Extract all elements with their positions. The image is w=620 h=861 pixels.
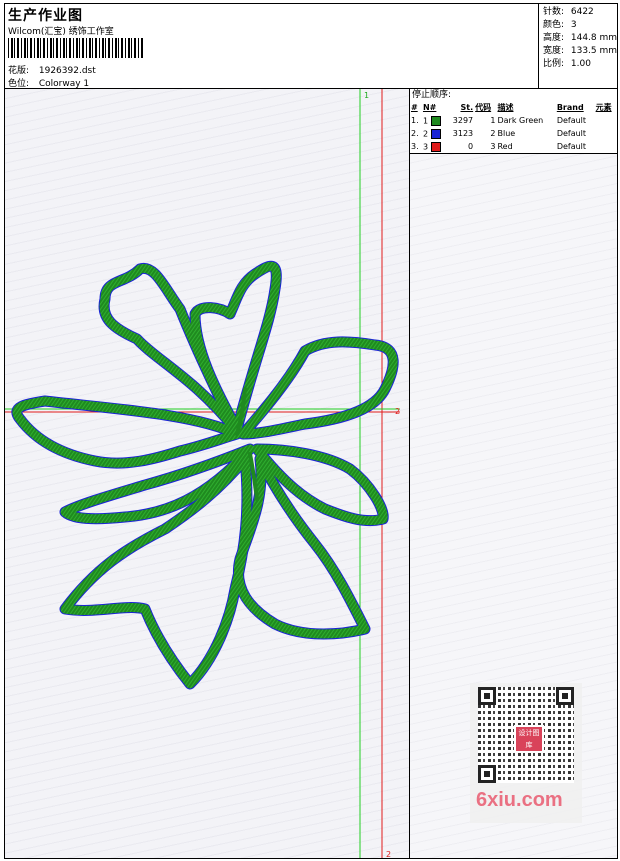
row-index: 2.	[411, 129, 419, 138]
row-brand: Default	[556, 116, 587, 125]
stat-height: 高度: 144.8 mm	[543, 32, 617, 45]
col-header: 代码	[475, 103, 492, 112]
col-header: #	[411, 103, 418, 112]
flower-petals	[11, 260, 399, 690]
row-code: 2	[490, 129, 496, 138]
col-header: 元素	[595, 103, 612, 112]
guide-label-red-bottom: 2	[386, 850, 391, 858]
stat-value: 6422	[570, 7, 594, 17]
stat-label: 颜色:	[543, 20, 565, 30]
col-header: 描述	[497, 103, 514, 112]
row-stitches: 3297	[452, 116, 474, 125]
stat-stitches: 针数: 6422	[543, 6, 617, 19]
row-brand: Default	[556, 142, 587, 151]
stat-value: 1.00	[570, 59, 591, 69]
stat-label: 高度:	[543, 33, 565, 43]
qr-finder	[478, 765, 496, 783]
row-element	[595, 140, 617, 153]
row-needle: 1	[422, 114, 446, 127]
color-swatch	[430, 141, 441, 152]
worksheet-header: 生产作业图 Wilcom(汇宝) 绣饰工作室 花版: 1926392.dst 色…	[5, 4, 617, 89]
row-index: 1.	[411, 116, 419, 125]
stat-label: 比例:	[543, 59, 565, 69]
row-element	[595, 127, 617, 140]
barcode	[8, 38, 143, 58]
colorway-row: 色位: Colorway 1	[8, 76, 89, 89]
color-swatch	[430, 128, 441, 139]
watermark-site: 6xiu.com	[476, 789, 563, 811]
design-stats: 针数: 6422 颜色: 3 高度: 144.8 mm 宽度: 133.5 mm…	[538, 4, 617, 88]
stat-colors: 颜色: 3	[543, 19, 617, 32]
colorway-label: 色位:	[8, 79, 30, 89]
row-stitches: 3123	[452, 129, 474, 138]
page-title: 生产作业图	[8, 8, 83, 24]
col-header: Brand	[556, 103, 584, 112]
table-row: 2. 2 3123 2 Blue Default	[410, 127, 617, 140]
embroidery-flower: 1 2 2	[5, 89, 400, 858]
stat-label: 宽度:	[543, 46, 565, 56]
row-description: Dark Green	[497, 116, 544, 125]
watermark: 设计图库 6xiu.com	[470, 683, 582, 823]
design-file-row: 花版: 1926392.dst	[8, 63, 96, 76]
stop-sequence-box: 停止顺序: # N# St. 代码 描述 Brand 元素 1. 1 3297 …	[410, 89, 617, 154]
design-label: 花版:	[8, 66, 30, 76]
row-description: Blue	[497, 129, 516, 138]
design-file-name: 1926392.dst	[38, 66, 96, 76]
row-description: Red	[497, 142, 513, 151]
guide-label-red-h: 2	[395, 407, 400, 416]
qr-finder	[478, 687, 496, 705]
table-row: 1. 1 3297 1 Dark Green Default	[410, 114, 617, 127]
stat-value: 144.8 mm	[570, 33, 618, 43]
stat-label: 针数:	[543, 7, 565, 17]
stop-sequence-title: 停止顺序:	[412, 90, 452, 100]
guide-label-green: 1	[364, 91, 369, 100]
col-header: N#	[422, 103, 437, 112]
color-swatch	[430, 115, 441, 126]
needle-number: 3	[422, 142, 429, 151]
stop-sequence-table: # N# St. 代码 描述 Brand 元素 1. 1 3297 1 Dark…	[410, 101, 617, 153]
qr-finder	[556, 687, 574, 705]
needle-number: 1	[422, 116, 429, 125]
stat-scale: 比例: 1.00	[543, 58, 617, 71]
row-element	[595, 114, 617, 127]
row-index: 3.	[411, 142, 419, 151]
row-code: 3	[490, 142, 496, 151]
row-needle: 3	[422, 140, 446, 153]
design-preview: 1 2 2	[5, 89, 410, 858]
col-header: St.	[460, 103, 474, 112]
table-row: 3. 3 0 3 Red Default	[410, 140, 617, 153]
watermark-logo: 设计图库	[514, 725, 544, 753]
petal-bottom-left	[59, 453, 253, 690]
studio-name: Wilcom(汇宝) 绣饰工作室	[8, 27, 114, 37]
row-stitches: 0	[468, 142, 474, 151]
stat-value: 133.5 mm	[570, 46, 618, 56]
row-needle: 2	[422, 127, 446, 140]
table-header-row: # N# St. 代码 描述 Brand 元素	[410, 101, 617, 114]
stat-width: 宽度: 133.5 mm	[543, 45, 617, 58]
row-code: 1	[490, 116, 496, 125]
needle-number: 2	[422, 129, 429, 138]
qr-code: 设计图库	[478, 687, 574, 783]
colorway-name: Colorway 1	[38, 79, 90, 89]
row-brand: Default	[556, 129, 587, 138]
stat-value: 3	[570, 20, 577, 30]
